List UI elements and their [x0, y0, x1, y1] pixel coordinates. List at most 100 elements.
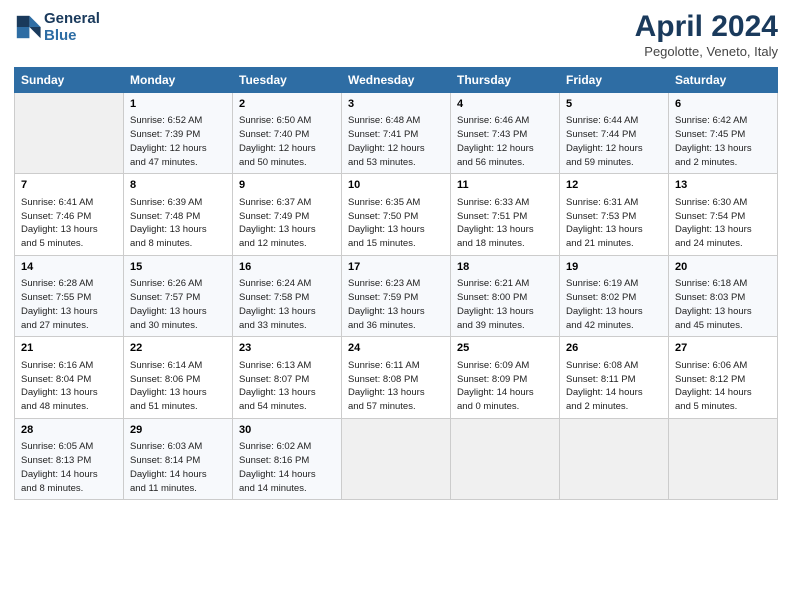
logo-icon	[14, 13, 42, 41]
col-header-thursday: Thursday	[451, 68, 560, 93]
day-number: 24	[348, 341, 444, 356]
day-info: Sunrise: 6:18 AM Sunset: 8:03 PM Dayligh…	[675, 277, 771, 332]
header-row: SundayMondayTuesdayWednesdayThursdayFrid…	[15, 68, 778, 93]
day-cell	[669, 418, 778, 499]
day-cell: 19 Sunrise: 6:19 AM Sunset: 8:02 PM Dayli…	[560, 255, 669, 336]
col-header-sunday: Sunday	[15, 68, 124, 93]
day-info: Sunrise: 6:41 AM Sunset: 7:46 PM Dayligh…	[21, 196, 117, 251]
col-header-wednesday: Wednesday	[342, 68, 451, 93]
week-row-1: 1 Sunrise: 6:52 AM Sunset: 7:39 PM Daylig…	[15, 93, 778, 174]
day-cell: 2 Sunrise: 6:50 AM Sunset: 7:40 PM Daylig…	[233, 93, 342, 174]
sub-title: Pegolotte, Veneto, Italy	[635, 44, 778, 59]
day-cell: 3Sunrise: 6:48 AM Sunset: 7:41 PM Daylig…	[342, 93, 451, 174]
page: General Blue April 2024 Pegolotte, Venet…	[0, 0, 792, 612]
day-number: 8	[130, 178, 226, 193]
day-info: Sunrise: 6:23 AM Sunset: 7:59 PM Dayligh…	[348, 277, 444, 332]
day-number: 15	[130, 260, 226, 275]
day-number: 2	[239, 97, 335, 112]
day-cell: 27 Sunrise: 6:06 AM Sunset: 8:12 PM Dayli…	[669, 337, 778, 418]
col-header-tuesday: Tuesday	[233, 68, 342, 93]
day-info: Sunrise: 6:37 AM Sunset: 7:49 PM Dayligh…	[239, 196, 335, 251]
week-row-4: 21 Sunrise: 6:16 AM Sunset: 8:04 PM Dayli…	[15, 337, 778, 418]
day-cell: 25 Sunrise: 6:09 AM Sunset: 8:09 PM Dayli…	[451, 337, 560, 418]
day-number: 7	[21, 178, 117, 193]
day-number: 23	[239, 341, 335, 356]
day-info: Sunrise: 6:13 AM Sunset: 8:07 PM Dayligh…	[239, 359, 335, 414]
day-info: Sunrise: 6:05 AM Sunset: 8:13 PM Dayligh…	[21, 440, 117, 495]
day-number: 30	[239, 423, 335, 438]
day-info: Sunrise: 6:14 AM Sunset: 8:06 PM Dayligh…	[130, 359, 226, 414]
day-cell: 5Sunrise: 6:44 AM Sunset: 7:44 PM Daylig…	[560, 93, 669, 174]
day-cell: 22 Sunrise: 6:14 AM Sunset: 8:06 PM Dayli…	[124, 337, 233, 418]
day-info: Sunrise: 6:06 AM Sunset: 8:12 PM Dayligh…	[675, 359, 771, 414]
col-header-friday: Friday	[560, 68, 669, 93]
day-number: 18	[457, 260, 553, 275]
day-number: 22	[130, 341, 226, 356]
day-number: 26	[566, 341, 662, 356]
week-row-2: 7 Sunrise: 6:41 AM Sunset: 7:46 PM Daylig…	[15, 174, 778, 255]
day-number: 1	[130, 97, 226, 112]
col-header-saturday: Saturday	[669, 68, 778, 93]
day-info: Sunrise: 6:48 AM Sunset: 7:41 PM Dayligh…	[348, 114, 444, 169]
day-info: Sunrise: 6:42 AM Sunset: 7:45 PM Dayligh…	[675, 114, 771, 169]
day-number: 27	[675, 341, 771, 356]
day-info: Sunrise: 6:50 AM Sunset: 7:40 PM Dayligh…	[239, 114, 335, 169]
week-row-5: 28 Sunrise: 6:05 AM Sunset: 8:13 PM Dayli…	[15, 418, 778, 499]
logo-text: General Blue	[44, 10, 100, 45]
day-info: Sunrise: 6:09 AM Sunset: 8:09 PM Dayligh…	[457, 359, 553, 414]
title-block: April 2024 Pegolotte, Veneto, Italy	[635, 10, 778, 59]
day-cell: 14Sunrise: 6:28 AM Sunset: 7:55 PM Dayli…	[15, 255, 124, 336]
day-number: 29	[130, 423, 226, 438]
day-cell: 17 Sunrise: 6:23 AM Sunset: 7:59 PM Dayli…	[342, 255, 451, 336]
day-number: 12	[566, 178, 662, 193]
day-cell: 23 Sunrise: 6:13 AM Sunset: 8:07 PM Dayli…	[233, 337, 342, 418]
day-info: Sunrise: 6:33 AM Sunset: 7:51 PM Dayligh…	[457, 196, 553, 251]
day-cell: 18 Sunrise: 6:21 AM Sunset: 8:00 PM Dayli…	[451, 255, 560, 336]
day-cell: 12Sunrise: 6:31 AM Sunset: 7:53 PM Dayli…	[560, 174, 669, 255]
day-number: 13	[675, 178, 771, 193]
day-cell: 26Sunrise: 6:08 AM Sunset: 8:11 PM Dayli…	[560, 337, 669, 418]
day-cell: 28 Sunrise: 6:05 AM Sunset: 8:13 PM Dayli…	[15, 418, 124, 499]
day-cell: 8Sunrise: 6:39 AM Sunset: 7:48 PM Daylig…	[124, 174, 233, 255]
day-cell: 6 Sunrise: 6:42 AM Sunset: 7:45 PM Daylig…	[669, 93, 778, 174]
day-info: Sunrise: 6:44 AM Sunset: 7:44 PM Dayligh…	[566, 114, 662, 169]
day-info: Sunrise: 6:02 AM Sunset: 8:16 PM Dayligh…	[239, 440, 335, 495]
day-cell: 4 Sunrise: 6:46 AM Sunset: 7:43 PM Daylig…	[451, 93, 560, 174]
day-info: Sunrise: 6:26 AM Sunset: 7:57 PM Dayligh…	[130, 277, 226, 332]
day-info: Sunrise: 6:21 AM Sunset: 8:00 PM Dayligh…	[457, 277, 553, 332]
day-cell: 21 Sunrise: 6:16 AM Sunset: 8:04 PM Dayli…	[15, 337, 124, 418]
day-cell: 9Sunrise: 6:37 AM Sunset: 7:49 PM Daylig…	[233, 174, 342, 255]
day-cell: 20 Sunrise: 6:18 AM Sunset: 8:03 PM Dayli…	[669, 255, 778, 336]
day-info: Sunrise: 6:52 AM Sunset: 7:39 PM Dayligh…	[130, 114, 226, 169]
day-cell: 1 Sunrise: 6:52 AM Sunset: 7:39 PM Daylig…	[124, 93, 233, 174]
day-cell: 15 Sunrise: 6:26 AM Sunset: 7:57 PM Dayli…	[124, 255, 233, 336]
day-cell	[342, 418, 451, 499]
day-number: 17	[348, 260, 444, 275]
day-info: Sunrise: 6:11 AM Sunset: 8:08 PM Dayligh…	[348, 359, 444, 414]
day-cell: 24 Sunrise: 6:11 AM Sunset: 8:08 PM Dayli…	[342, 337, 451, 418]
day-number: 19	[566, 260, 662, 275]
day-info: Sunrise: 6:30 AM Sunset: 7:54 PM Dayligh…	[675, 196, 771, 251]
day-number: 25	[457, 341, 553, 356]
day-cell	[451, 418, 560, 499]
day-number: 21	[21, 341, 117, 356]
day-info: Sunrise: 6:46 AM Sunset: 7:43 PM Dayligh…	[457, 114, 553, 169]
day-info: Sunrise: 6:19 AM Sunset: 8:02 PM Dayligh…	[566, 277, 662, 332]
week-row-3: 14Sunrise: 6:28 AM Sunset: 7:55 PM Dayli…	[15, 255, 778, 336]
day-number: 16	[239, 260, 335, 275]
day-cell: 13 Sunrise: 6:30 AM Sunset: 7:54 PM Dayli…	[669, 174, 778, 255]
day-number: 4	[457, 97, 553, 112]
day-cell: 10Sunrise: 6:35 AM Sunset: 7:50 PM Dayli…	[342, 174, 451, 255]
day-number: 20	[675, 260, 771, 275]
day-number: 10	[348, 178, 444, 193]
main-title: April 2024	[635, 10, 778, 44]
day-cell	[560, 418, 669, 499]
day-info: Sunrise: 6:16 AM Sunset: 8:04 PM Dayligh…	[21, 359, 117, 414]
day-info: Sunrise: 6:03 AM Sunset: 8:14 PM Dayligh…	[130, 440, 226, 495]
day-number: 6	[675, 97, 771, 112]
col-header-monday: Monday	[124, 68, 233, 93]
day-number: 28	[21, 423, 117, 438]
header: General Blue April 2024 Pegolotte, Venet…	[14, 10, 778, 59]
day-number: 11	[457, 178, 553, 193]
day-cell: 7 Sunrise: 6:41 AM Sunset: 7:46 PM Daylig…	[15, 174, 124, 255]
